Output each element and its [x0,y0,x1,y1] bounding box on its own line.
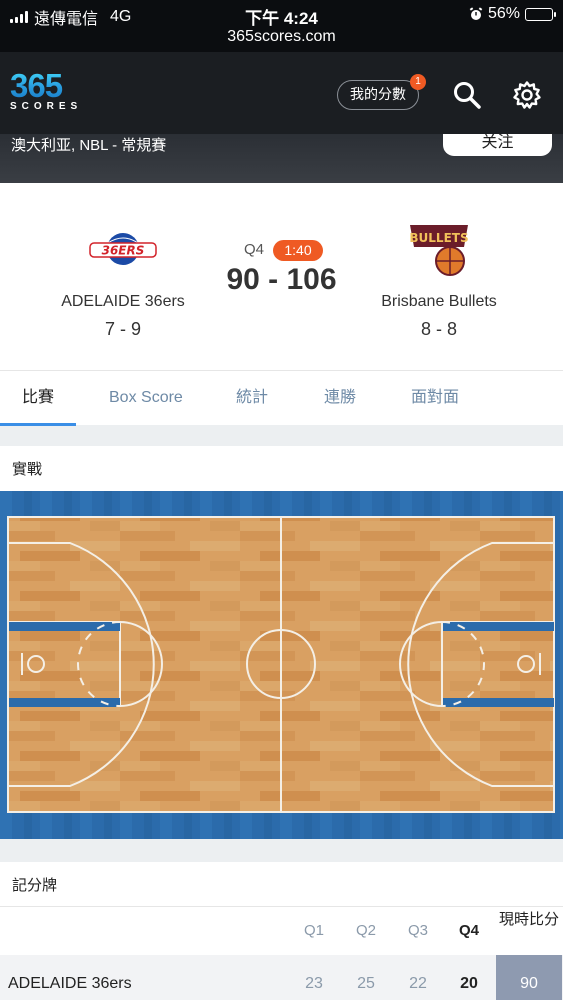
gear-icon[interactable] [512,80,542,110]
match-period: Q4 [244,241,265,258]
alarm-icon [469,7,483,20]
col-q2: Q2 [355,922,376,939]
away-team-logo: BULLETS [339,223,539,279]
live-court[interactable] [0,491,563,839]
score-q2: 25 [357,975,375,992]
notification-badge: 1 [410,74,426,90]
col-q3: Q3 [407,922,428,939]
app-logo[interactable]: 365 SCORES [10,69,83,112]
scoreboard-columns: Q1 Q2 Q3 Q4 現時比分 [0,907,563,955]
follow-button[interactable]: 关注 [443,134,552,156]
status-right: 56% [469,5,556,23]
scoreboard-team-name: ADELAIDE 36ers [8,975,132,992]
match-tabs: 比賽 Box Score 統計 連勝 面對面 [0,370,563,426]
search-icon[interactable] [452,80,482,110]
scoreboard-title: 記分牌 [12,877,58,894]
home-team-record: 7 - 9 [104,319,142,339]
status-bar: 遠傳電信 4G 下午 4:24 56% 365scores.com [0,0,563,52]
col-q4: Q4 [458,922,479,939]
svg-text:BULLETS: BULLETS [409,231,468,245]
live-section-header: 實戰 [0,446,563,491]
tab-match[interactable]: 比賽 [22,371,54,426]
svg-text:36ERS: 36ERS [102,244,145,258]
tab-stats[interactable]: 統計 [236,371,268,426]
my-scores-button[interactable]: 我的分數 1 [337,74,426,110]
tab-box-score[interactable]: Box Score [109,371,183,426]
away-team[interactable]: BULLETS Brisbane Bullets 8 - 8 [339,223,539,340]
game-clock: 1:40 [273,240,323,261]
url-bar[interactable]: 365scores.com [0,28,563,46]
app-header: 365 SCORES 我的分數 1 [0,52,563,134]
score-total: 90 [496,955,562,1000]
col-total: 現時比分 [498,911,559,928]
active-tab-indicator [0,423,76,426]
score-q1: 23 [305,975,323,992]
match-card: 36ERS ADELAIDE 36ers 7 - 9 Q4 1:40 90 - … [0,183,563,370]
logo-text: SCORES [10,101,83,112]
battery-icon [525,7,556,21]
scoreboard-header: 記分牌 [0,862,563,907]
live-section-title: 實戰 [12,461,43,478]
battery-percent: 56% [487,5,520,22]
scoreboard-row[interactable]: ADELAIDE 36ers 23 25 22 20 90 [0,955,563,1000]
competition-strip: 澳大利亚, NBL - 常規賽 关注 [0,134,563,183]
score-q3: 22 [409,975,427,992]
tab-head-to-head[interactable]: 面對面 [411,371,459,426]
col-q1: Q1 [303,922,324,939]
logo-number: 365 [10,69,82,102]
away-team-record: 8 - 8 [420,319,458,339]
competition-name[interactable]: 澳大利亚, NBL - 常規賽 [11,134,166,155]
score-q4: 20 [460,975,478,992]
tab-streaks[interactable]: 連勝 [324,371,356,426]
my-scores-label: 我的分數 [350,86,406,102]
away-team-name: Brisbane Bullets [381,293,497,310]
